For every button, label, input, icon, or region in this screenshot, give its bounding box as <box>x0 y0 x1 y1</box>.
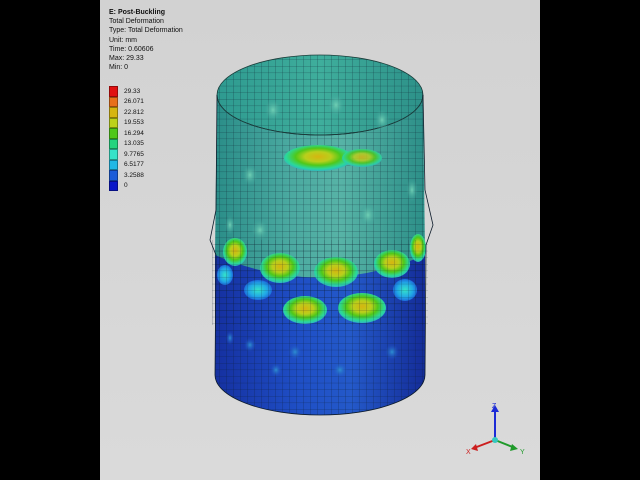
right-letterbox <box>540 0 640 480</box>
x-axis-label: X <box>466 449 471 456</box>
coordinate-triad[interactable]: Z X Y <box>460 400 530 460</box>
y-axis-label: Y <box>520 449 525 456</box>
x-axis-arrowhead <box>471 444 478 451</box>
x-axis <box>473 439 496 449</box>
left-letterbox <box>0 0 100 480</box>
graphics-viewport[interactable]: E: Post-Buckling Total Deformation Type:… <box>100 0 540 480</box>
triad-origin <box>492 437 498 443</box>
y-axis-arrowhead <box>510 444 518 451</box>
z-axis-label: Z <box>492 403 497 410</box>
